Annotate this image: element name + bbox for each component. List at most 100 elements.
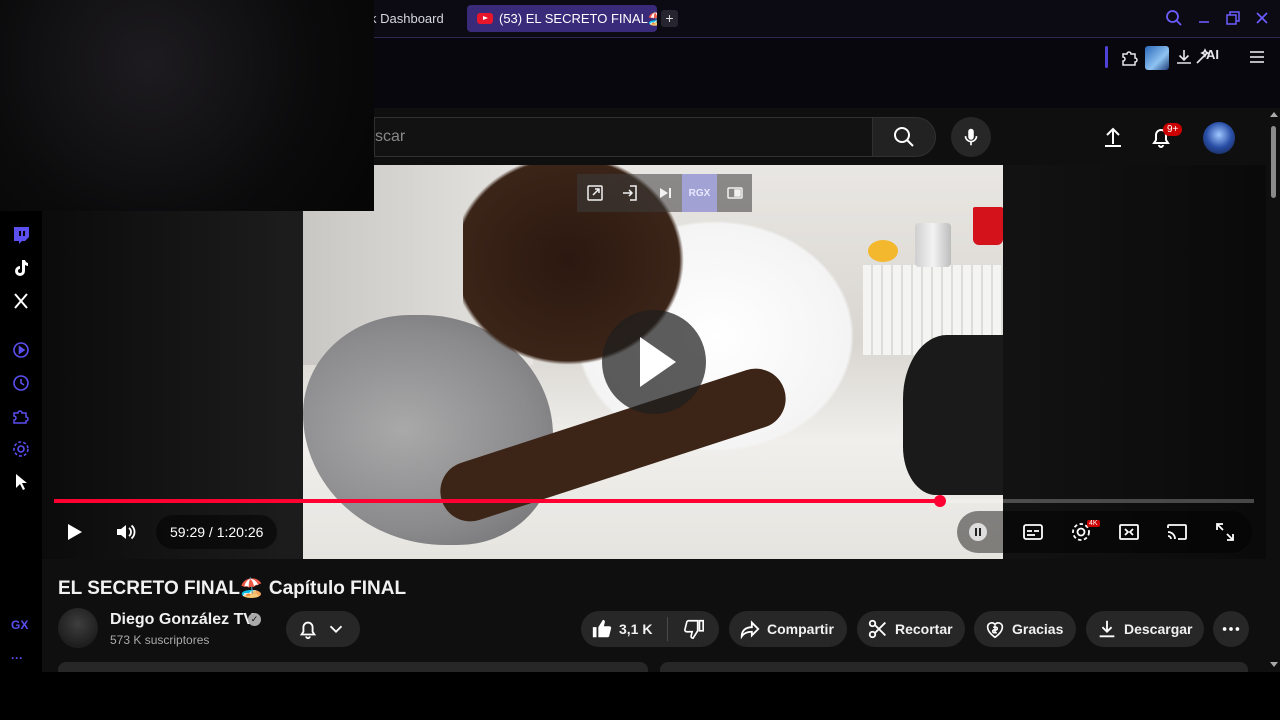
super-thanks-icon [984, 618, 1006, 640]
autoplay-icon [969, 523, 987, 541]
skip-icon [659, 188, 671, 198]
video-title: EL SECRETO FINAL🏖️ Capítulo FINAL [58, 578, 407, 599]
thumbs-up-icon [591, 618, 613, 640]
history-icon[interactable] [11, 373, 31, 393]
upload-icon[interactable] [1100, 124, 1126, 150]
tab-youtube-label: (53) EL SECRETO FINAL🏖️ [499, 10, 657, 26]
panel-icon [726, 187, 743, 199]
description-card[interactable] [58, 662, 648, 672]
extensions-icon[interactable] [11, 406, 31, 426]
subtitles-button[interactable] [1017, 516, 1049, 548]
close-icon[interactable] [1252, 8, 1272, 28]
search-input[interactable]: scar [374, 117, 872, 157]
tab-youtube-active[interactable]: (53) EL SECRETO FINAL🏖️ [467, 5, 657, 32]
candle [915, 223, 951, 267]
page-scrollbar[interactable] [1267, 108, 1280, 672]
download-icon [1096, 618, 1118, 640]
volume-icon [117, 524, 136, 540]
skip-button[interactable] [647, 174, 682, 212]
account-avatar[interactable] [1203, 122, 1235, 154]
channel-avatar[interactable] [58, 608, 98, 648]
clip-button[interactable]: Recortar [857, 611, 965, 647]
play-button[interactable] [58, 516, 90, 548]
video-extension-toolbar: RGX [577, 174, 763, 212]
search-tabs-icon[interactable] [1164, 8, 1184, 28]
panel-button[interactable] [717, 174, 752, 212]
share-icon [739, 618, 761, 640]
new-tab-button[interactable]: + [661, 10, 678, 27]
scroll-down-arrow-icon[interactable] [1270, 662, 1278, 667]
volume-button[interactable] [110, 516, 142, 548]
thumbs-down-icon [683, 618, 705, 640]
more-actions-button[interactable] [1213, 611, 1249, 647]
settings-icon[interactable] [11, 439, 31, 459]
cast-button[interactable] [1161, 516, 1193, 548]
x-icon[interactable] [11, 291, 31, 311]
subtitles-icon [1023, 524, 1043, 540]
twitch-icon[interactable] [11, 225, 31, 245]
restore-icon[interactable] [1223, 8, 1243, 28]
enter-button[interactable] [612, 174, 647, 212]
like-count: 3,1 K [619, 621, 653, 637]
side-card[interactable] [660, 662, 1248, 672]
like-button[interactable]: 3,1 K [581, 611, 667, 647]
clip-label: Recortar [895, 621, 953, 637]
download-label: Descargar [1124, 621, 1193, 637]
search-icon [894, 127, 914, 147]
sidebar-more-button[interactable]: ··· [11, 651, 23, 665]
more-horizontal-icon [1220, 618, 1242, 640]
rgx-button[interactable]: RGX [682, 174, 717, 212]
ai-button-label[interactable]: AI [1206, 47, 1219, 62]
content-cards-top [58, 662, 1248, 672]
black-cloth [903, 335, 1003, 495]
search-placeholder: scar [375, 128, 406, 145]
channel-name[interactable]: Diego González TV [110, 611, 254, 629]
like-dislike-group: 3,1 K [581, 611, 719, 647]
progress-bar[interactable] [54, 495, 1254, 507]
big-play-button[interactable] [602, 310, 706, 414]
fullscreen-button[interactable] [1209, 516, 1241, 548]
thanks-label: Gracias [1012, 621, 1064, 637]
right-controls [957, 511, 1252, 553]
gx-corner-label[interactable]: GX [11, 618, 28, 632]
play-icon [68, 524, 82, 540]
toolbar-separator [1105, 46, 1108, 68]
youtube-favicon-icon [477, 13, 493, 24]
share-label: Compartir [767, 621, 834, 637]
easy-setup-menu-icon[interactable] [1246, 46, 1268, 68]
theater-icon [1119, 524, 1139, 540]
search-button[interactable] [872, 117, 936, 157]
scroll-up-arrow-icon[interactable] [1270, 112, 1278, 117]
scroll-thumb[interactable] [1271, 126, 1276, 198]
popout-icon [586, 185, 603, 201]
download-button[interactable]: Descargar [1086, 611, 1204, 647]
verified-badge-icon: ✓ [248, 613, 261, 626]
cast-icon [1167, 524, 1187, 540]
minimize-icon[interactable] [1194, 8, 1214, 28]
thanks-button[interactable]: Gracias [974, 611, 1076, 647]
dislike-button[interactable] [668, 611, 719, 647]
quality-badge: 4K [1087, 520, 1100, 527]
webcam-overlay [0, 0, 374, 211]
fullscreen-icon [1216, 523, 1234, 541]
notifications-badge: 9+ [1163, 123, 1183, 136]
chevron-down-icon [325, 618, 347, 640]
autoplay-toggle[interactable] [964, 516, 992, 548]
tab-dashboard-label: k Dashboard [370, 11, 444, 26]
subscription-bell-button[interactable] [286, 611, 360, 647]
video-player[interactable]: 59:29 / 1:20:26 [42, 165, 1266, 559]
theater-mode-button[interactable] [1113, 516, 1145, 548]
popout-button[interactable] [577, 174, 612, 212]
voice-search-button[interactable] [951, 117, 991, 157]
extensions-puzzle-icon[interactable] [1119, 46, 1141, 68]
tiktok-icon[interactable] [11, 258, 31, 278]
mic-icon [964, 128, 978, 146]
share-button[interactable]: Compartir [729, 611, 847, 647]
player-icon[interactable] [11, 340, 31, 360]
progress-scrubber[interactable] [933, 495, 946, 507]
time-display: 59:29 / 1:20:26 [156, 515, 278, 549]
profile-thumbnail[interactable] [1145, 46, 1169, 70]
tab-dashboard[interactable]: k Dashboard [364, 5, 460, 32]
scissors-icon [867, 618, 889, 640]
enter-icon [622, 185, 637, 201]
